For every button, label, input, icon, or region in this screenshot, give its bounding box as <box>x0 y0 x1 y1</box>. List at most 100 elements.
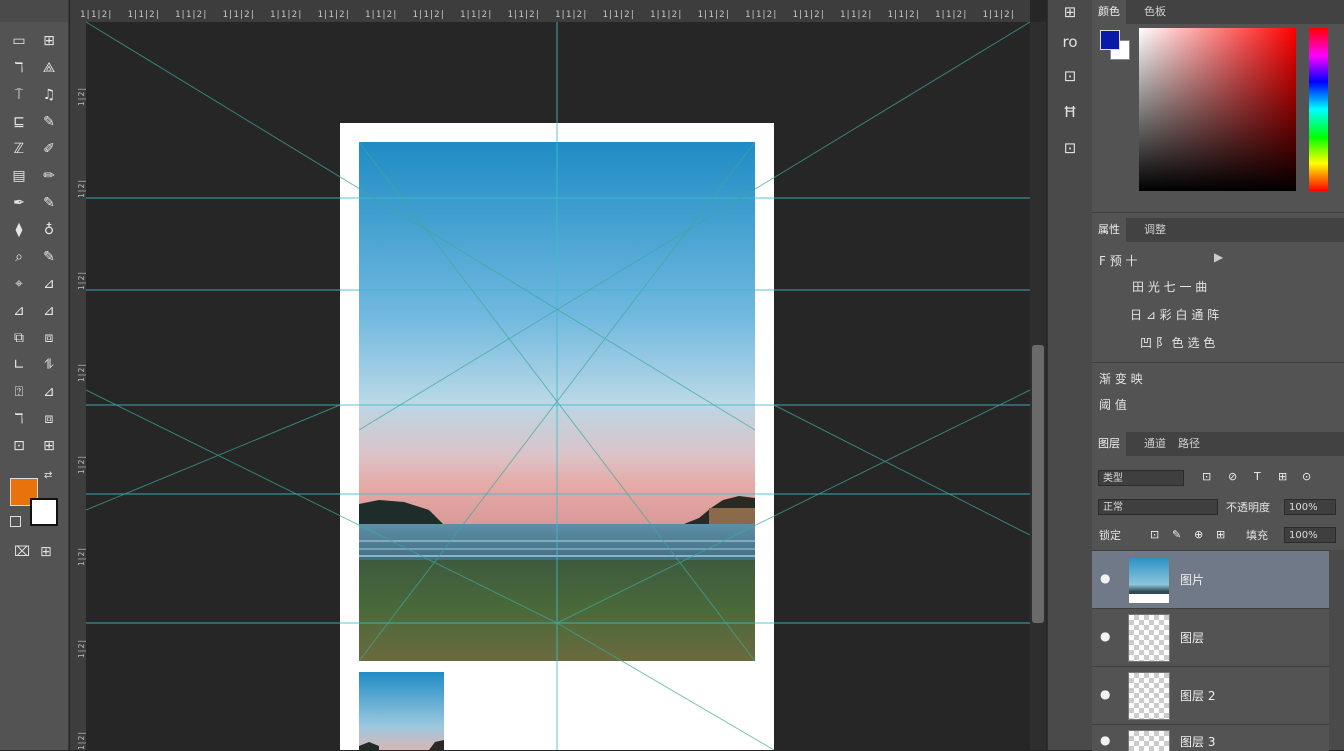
adjust-row-3[interactable]: 日 ⊿ 彩 白 通 阵 <box>1130 306 1219 323</box>
adjust-row-2[interactable]: 田 光 七 一 曲 <box>1132 278 1207 295</box>
filter-shape-icon[interactable]: ⊞ <box>1278 470 1287 483</box>
layer-name[interactable]: 图片 <box>1180 571 1204 588</box>
tool-icon[interactable]: ⊞ <box>36 30 62 52</box>
tab-layers[interactable]: 图层 <box>1092 432 1126 456</box>
tool-icon[interactable]: ⥮ <box>36 354 62 376</box>
opacity-label: 不透明度 <box>1226 501 1270 514</box>
layer-row[interactable]: ● 图层 2 <box>1092 666 1329 725</box>
ruler-left[interactable]: 1|2| 1|2| 1|2| 1|2| 1|2| 1|2| 1|2| 1|2| <box>70 22 87 750</box>
layer-row[interactable]: ● 图层 3 <box>1092 724 1329 751</box>
layer-name[interactable]: 图层 2 <box>1180 687 1215 704</box>
tool-icon[interactable]: ✎ <box>36 246 62 268</box>
lock-transparent-icon[interactable]: ⊡ <box>1150 528 1159 541</box>
opacity-input[interactable]: 100% <box>1284 499 1336 515</box>
properties-panel-icon[interactable]: ro <box>1058 30 1082 54</box>
tool-icon[interactable]: ℤ <box>6 138 32 160</box>
visibility-eye-icon[interactable]: ● <box>1100 687 1110 701</box>
tab-adjustments[interactable]: 调整 <box>1138 218 1172 242</box>
screen-mode-icon[interactable]: ⊞ <box>40 544 52 560</box>
character-panel-icon[interactable]: Ħ <box>1058 100 1082 124</box>
layer-name[interactable]: 图层 3 <box>1180 733 1215 750</box>
tool-icon[interactable]: ♫ <box>36 84 62 106</box>
ruler-tick-label: 1|1|2| <box>555 10 588 20</box>
tab-properties[interactable]: 属性 <box>1092 218 1126 242</box>
tool-icon[interactable]: ∟ <box>6 354 32 376</box>
tool-icon[interactable]: ♁ <box>36 219 62 241</box>
adjust-row-5[interactable]: 渐 变 映 <box>1099 370 1143 387</box>
tool-icon[interactable]: ⊿ <box>6 300 32 322</box>
tool-icon[interactable]: ⧉ <box>6 327 32 349</box>
adjust-expand-icon[interactable]: ▶ <box>1214 250 1223 264</box>
adjust-row-1[interactable]: F 预 十 <box>1099 252 1138 269</box>
ruler-tick-label: 1|1|2| <box>697 10 731 20</box>
lock-image-icon[interactable]: ✎ <box>1172 528 1181 541</box>
tool-icon[interactable]: ⟁ <box>36 57 62 79</box>
visibility-eye-icon[interactable]: ● <box>1100 733 1110 747</box>
ruler-tick-label: 1|2| <box>77 86 87 107</box>
tool-icon[interactable]: ▭ <box>6 30 32 52</box>
tool-icon[interactable]: ✒ <box>6 192 32 214</box>
ruler-top[interactable]: 1|1|2| 1|1|2| 1|1|2| 1|1|2| 1|1|2| 1|1|2| 1|1|… <box>70 0 1030 23</box>
panel-divider <box>1092 212 1344 213</box>
tool-icon[interactable]: ⊞ <box>36 435 62 457</box>
filter-pixel-icon[interactable]: ⊡ <box>1202 470 1211 483</box>
tool-icon[interactable]: ⍑ <box>6 84 32 106</box>
visibility-eye-icon[interactable]: ● <box>1100 571 1110 585</box>
tool-icon[interactable]: ⧈ <box>36 408 62 430</box>
history-panel-icon[interactable]: ⊞ <box>1058 0 1082 24</box>
layer-name[interactable]: 图层 <box>1180 629 1204 646</box>
ruler-tick-label: 1|1|2| <box>935 10 968 20</box>
tool-icon[interactable]: ⊡ <box>6 435 32 457</box>
tool-icon[interactable]: ⌖ <box>6 273 32 295</box>
filter-adjustment-icon[interactable]: ⊘ <box>1228 470 1237 483</box>
layer-filter-select[interactable]: 类型 <box>1098 470 1184 486</box>
tool-icon[interactable]: ℸ <box>6 57 32 79</box>
tool-icon[interactable]: ℸ <box>6 408 32 430</box>
color-picker-field[interactable] <box>1139 28 1296 191</box>
default-colors-icon[interactable] <box>10 516 21 527</box>
background-color-swatch[interactable] <box>30 498 58 526</box>
layer-row-image[interactable]: ● 图片 <box>1092 550 1329 609</box>
ruler-tick-label: 1|2| <box>77 546 87 567</box>
actions-panel-icon[interactable]: ⊡ <box>1058 64 1082 88</box>
blend-mode-select[interactable]: 正常 <box>1098 499 1218 515</box>
ruler-tick-label: 1|1|2| <box>317 10 351 20</box>
tool-icon[interactable]: ▤ <box>6 165 32 187</box>
filter-smart-object-icon[interactable]: ⊙ <box>1302 470 1311 483</box>
tool-icon[interactable]: ✏ <box>36 165 62 187</box>
adjust-row-4[interactable]: 凹 阝 色 选 色 <box>1140 334 1215 351</box>
ruler-tick-label: 1|1|2| <box>80 10 113 20</box>
tab-paths[interactable]: 路径 <box>1172 432 1206 456</box>
filter-type-icon[interactable]: T <box>1254 470 1261 483</box>
swap-colors-icon[interactable]: ⇄ <box>44 470 52 481</box>
canvas-scroll-thumb[interactable] <box>1032 345 1044 623</box>
tool-icon[interactable]: ⊑ <box>6 111 32 133</box>
layer-row[interactable]: ● 图层 <box>1092 608 1329 667</box>
tab-channels[interactable]: 通道 <box>1138 432 1172 456</box>
tool-icon[interactable]: ✎ <box>36 111 62 133</box>
tool-icon[interactable]: ✐ <box>36 138 62 160</box>
fill-input[interactable]: 100% <box>1284 527 1336 543</box>
hue-slider[interactable] <box>1309 28 1328 191</box>
tool-icon[interactable]: ⧫ <box>6 219 32 241</box>
color-panel-foreground-swatch[interactable] <box>1100 30 1120 50</box>
paragraph-panel-icon[interactable]: ⊡ <box>1058 136 1082 160</box>
tab-swatches[interactable]: 色板 <box>1138 0 1172 24</box>
lock-all-icon[interactable]: ⊞ <box>1216 528 1225 541</box>
tool-icon[interactable]: ⊿ <box>36 273 62 295</box>
ruler-tick-label: 1|1|2| <box>650 10 683 20</box>
tab-color[interactable]: 颜色 <box>1092 0 1126 24</box>
adjust-row-6[interactable]: 阈 值 <box>1099 396 1127 413</box>
quick-mask-icon[interactable]: ⌧ <box>14 544 30 560</box>
tool-icon[interactable]: ⊿ <box>36 300 62 322</box>
ruler-tick-label: 1|1|2| <box>745 10 778 20</box>
tool-icon[interactable]: ⍰ <box>6 381 32 403</box>
lock-position-icon[interactable]: ⊕ <box>1194 528 1203 541</box>
tool-icon[interactable]: ⌕ <box>6 246 32 268</box>
layers-scrollbar[interactable] <box>1329 550 1344 750</box>
toolbox-header[interactable] <box>0 0 68 22</box>
tool-icon[interactable]: ⊿ <box>36 381 62 403</box>
visibility-eye-icon[interactable]: ● <box>1100 629 1110 643</box>
tool-icon[interactable]: ⧈ <box>36 327 62 349</box>
tool-icon[interactable]: ✎ <box>36 192 62 214</box>
